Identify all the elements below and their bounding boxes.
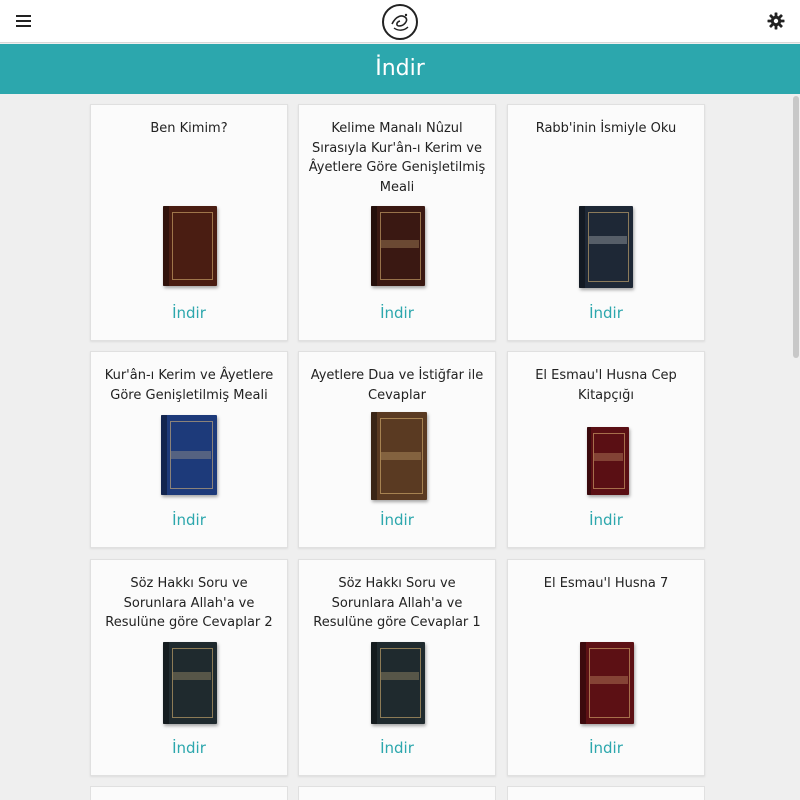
book-title: Ben Kimim?: [150, 121, 228, 136]
book-card: [90, 786, 288, 800]
book-card: [507, 786, 705, 800]
scrollbar-thumb[interactable]: [793, 96, 799, 358]
book-cover-image[interactable]: [371, 206, 425, 286]
book-card: Kelime Manalı Nûzul Sırasıyla Kur'ân-ı K…: [298, 104, 496, 341]
book-title: Rabb'inin İsmiyle Oku: [535, 121, 677, 136]
book-cover-image[interactable]: [371, 412, 427, 500]
book-title: El Esmau'l Husna 7: [543, 576, 669, 591]
book-card: [298, 786, 496, 800]
hamburger-menu-icon[interactable]: [14, 12, 34, 32]
book-title: Kur'ân-ı Kerim ve Âyetlere Göre Genişlet…: [104, 368, 274, 403]
book-cover-image[interactable]: [161, 415, 217, 495]
book-card: Kur'ân-ı Kerim ve Âyetlere Göre Genişlet…: [90, 351, 288, 548]
download-link[interactable]: İndir: [508, 511, 704, 529]
top-app-bar: [0, 0, 800, 43]
book-cover-image[interactable]: [163, 642, 217, 724]
download-link[interactable]: İndir: [508, 739, 704, 757]
book-title: Ayetlere Dua ve İstiğfar ile Cevaplar: [310, 368, 484, 403]
book-card: El Esmau'l Husna 7 İndir: [507, 559, 705, 776]
download-link[interactable]: İndir: [91, 739, 287, 757]
book-cover-image[interactable]: [163, 206, 217, 286]
book-card: Söz Hakkı Soru ve Sorunlara Allah'a ve R…: [298, 559, 496, 776]
download-link[interactable]: İndir: [508, 304, 704, 322]
book-title: Söz Hakkı Soru ve Sorunlara Allah'a ve R…: [105, 576, 273, 630]
download-link[interactable]: İndir: [299, 304, 495, 322]
book-card: Söz Hakkı Soru ve Sorunlara Allah'a ve R…: [90, 559, 288, 776]
download-link[interactable]: İndir: [299, 511, 495, 529]
book-cover-image[interactable]: [587, 427, 629, 495]
book-title: Söz Hakkı Soru ve Sorunlara Allah'a ve R…: [313, 576, 481, 630]
book-card: El Esmau'l Husna Cep Kitapçığı İndir: [507, 351, 705, 548]
download-link[interactable]: İndir: [299, 739, 495, 757]
book-cover-image[interactable]: [580, 642, 634, 724]
page-title-bar: İndir: [0, 44, 800, 94]
book-title: El Esmau'l Husna Cep Kitapçığı: [535, 368, 677, 403]
calligraphy-logo-icon[interactable]: [382, 4, 418, 40]
page-title: İndir: [375, 56, 425, 81]
book-title: Kelime Manalı Nûzul Sırasıyla Kur'ân-ı K…: [308, 121, 486, 195]
book-card: Ben Kimim? İndir: [90, 104, 288, 341]
book-card: Ayetlere Dua ve İstiğfar ile Cevaplar İn…: [298, 351, 496, 548]
download-link[interactable]: İndir: [91, 511, 287, 529]
book-cover-image[interactable]: [579, 206, 633, 288]
download-link[interactable]: İndir: [91, 304, 287, 322]
book-card: Rabb'inin İsmiyle Oku İndir: [507, 104, 705, 341]
book-cover-image[interactable]: [371, 642, 425, 724]
gear-icon[interactable]: [766, 11, 786, 31]
